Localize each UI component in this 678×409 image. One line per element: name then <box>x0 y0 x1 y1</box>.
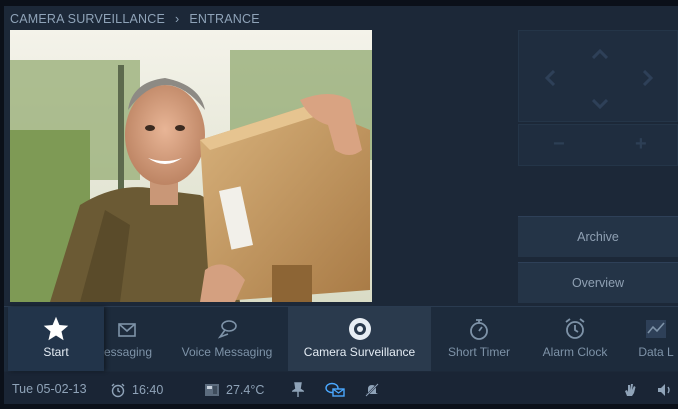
envelope-icon <box>118 323 136 337</box>
pin-status[interactable] <box>292 382 310 398</box>
speaker-icon <box>658 384 670 396</box>
app-dock: Start essaging Voice Messaging Camera Su… <box>4 306 678 371</box>
breadcrumb: CAMERA SURVEILLANCE › ENTRANCE <box>10 12 260 26</box>
zoom-pad: − + <box>518 124 678 166</box>
pan-left-button[interactable] <box>544 68 556 90</box>
hand-icon <box>625 384 636 396</box>
status-alarm[interactable]: 16:40 <box>110 382 163 398</box>
pan-tilt-pad <box>518 30 678 122</box>
zoom-in-button[interactable]: + <box>635 133 647 156</box>
status-temperature[interactable]: 27.4°C <box>204 382 264 398</box>
temperature-value: 27.4°C <box>226 383 265 397</box>
dock-item-label: Camera Surveillance <box>303 345 416 359</box>
camera-icon <box>348 318 371 340</box>
pan-down-button[interactable] <box>591 91 609 113</box>
messages-status[interactable] <box>324 382 352 398</box>
mute-status[interactable] <box>364 382 386 398</box>
door-opener-button[interactable] <box>622 382 644 398</box>
breadcrumb-page: ENTRANCE <box>189 12 260 26</box>
dock-item-label: essaging <box>103 345 153 359</box>
stopwatch-icon <box>470 319 488 340</box>
status-bar: Tue 05-02-13 16:40 27.4°C <box>4 372 678 404</box>
data-log-icon <box>646 320 666 338</box>
dock-item-voice-messaging[interactable]: Voice Messaging <box>176 307 278 371</box>
alarm-clock-icon <box>565 318 585 339</box>
start-label: Start <box>43 345 69 359</box>
dock-item-short-timer[interactable]: Short Timer <box>436 307 522 371</box>
zoom-out-button[interactable]: − <box>553 133 565 156</box>
dock-item-label: Data L <box>638 345 674 359</box>
dock-item-label: Voice Messaging <box>181 345 273 359</box>
status-time: 16:40 <box>132 383 164 397</box>
alarm-clock-icon <box>111 383 125 398</box>
pin-icon <box>292 382 304 397</box>
pan-up-button[interactable] <box>591 41 609 63</box>
dock-item-label: Short Timer <box>447 345 510 359</box>
overview-button[interactable]: Overview <box>518 262 678 303</box>
thermostat-icon <box>205 384 219 396</box>
chevron-down-icon <box>591 98 609 110</box>
star-icon <box>43 316 69 341</box>
dock-item-alarm-clock[interactable]: Alarm Clock <box>532 307 618 371</box>
breadcrumb-section[interactable]: CAMERA SURVEILLANCE <box>10 12 165 26</box>
dock-item-camera-surveillance[interactable]: Camera Surveillance <box>288 307 431 371</box>
volume-button[interactable] <box>656 382 678 398</box>
screen: CAMERA SURVEILLANCE › ENTRANCE − + Archi… <box>4 6 678 404</box>
dock-item-label: Alarm Clock <box>542 345 608 359</box>
chevron-right-icon <box>642 69 654 87</box>
chevron-up-icon <box>591 48 609 60</box>
dock-item-data-log[interactable]: Data L <box>634 307 678 371</box>
status-date: Tue 05-02-13 <box>12 382 87 396</box>
new-message-icon <box>325 382 345 397</box>
chevron-left-icon <box>544 69 556 87</box>
archive-button[interactable]: Archive <box>518 216 678 257</box>
bell-muted-icon <box>365 383 379 397</box>
pan-right-button[interactable] <box>642 68 654 90</box>
breadcrumb-separator: › <box>175 12 180 26</box>
camera-image <box>10 30 372 302</box>
voice-message-icon <box>217 320 237 339</box>
start-button[interactable]: Start <box>8 307 104 371</box>
camera-video-feed[interactable] <box>10 30 372 302</box>
